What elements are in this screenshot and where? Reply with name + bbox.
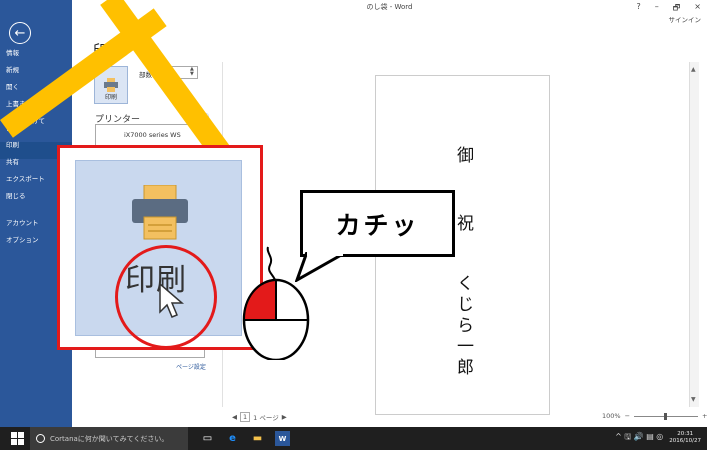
file-explorer-icon[interactable]: ▬	[250, 431, 265, 446]
windows-start-icon[interactable]	[11, 432, 24, 445]
preview-line-1: 御	[453, 146, 473, 163]
page-number-input[interactable]: 1	[240, 412, 251, 422]
clock-date: 2016/10/27	[669, 438, 701, 444]
mouse-click-icon	[242, 246, 310, 360]
clock[interactable]: 20:31 2016/10/27	[669, 431, 701, 445]
zoomed-printer-icon	[132, 185, 188, 240]
cortana-placeholder: Cortanaに何か聞いてみてください。	[50, 434, 169, 443]
word-icon[interactable]: W	[275, 431, 290, 446]
task-view-icon[interactable]: ▭	[200, 431, 215, 446]
prev-page-button[interactable]: ◀	[232, 413, 237, 421]
speech-bubble: カチッ	[300, 190, 455, 257]
tray-icons[interactable]: ^ 🖫 🔊 ▤ ◎	[615, 431, 663, 445]
page-total: 1 ページ	[253, 414, 279, 422]
preview-scrollbar[interactable]: ▲ ▼	[689, 62, 699, 407]
window-title: のし袋 - Word	[366, 3, 413, 11]
taskbar-apps: ▭ e ▬ W	[200, 431, 290, 446]
copies-stepper[interactable]: ▲ ▼	[190, 67, 194, 77]
zoom-level: 100%	[602, 412, 621, 420]
signin-link[interactable]: サインイン	[669, 14, 702, 24]
cortana-search[interactable]: Cortanaに何か聞いてみてください。	[30, 427, 188, 450]
nav-info[interactable]: 情報	[0, 49, 72, 67]
taskbar: Cortanaに何か聞いてみてください。 ▭ e ▬ W ^ 🖫 🔊 ▤ ◎ 2…	[0, 427, 707, 450]
speech-bubble-text: カチッ	[335, 210, 420, 240]
click-target-circle	[115, 245, 217, 349]
page-setup-link[interactable]: ページ設定	[176, 362, 206, 371]
clock-time: 20:31	[677, 431, 694, 437]
minimize-button[interactable]: –	[655, 2, 659, 16]
zoom-slider[interactable]	[634, 412, 699, 420]
preview-line-3: くじら一郎	[453, 274, 473, 379]
printer-icon	[104, 78, 118, 92]
zoom-out-button[interactable]: −	[625, 412, 630, 420]
zoom-control: 100% − +	[602, 412, 707, 420]
back-arrow-icon[interactable]: ←	[9, 22, 31, 44]
system-tray: ^ 🖫 🔊 ▤ ◎ 20:31 2016/10/27	[615, 431, 701, 445]
page-navigator: ◀ 1 1 ページ ▶	[232, 412, 287, 422]
print-button-label: 印刷	[104, 94, 117, 101]
help-button[interactable]: ?	[637, 2, 641, 16]
cortana-icon	[36, 434, 45, 443]
next-page-button[interactable]: ▶	[282, 413, 287, 421]
edge-icon[interactable]: e	[225, 431, 240, 446]
zoom-in-button[interactable]: +	[702, 412, 707, 420]
